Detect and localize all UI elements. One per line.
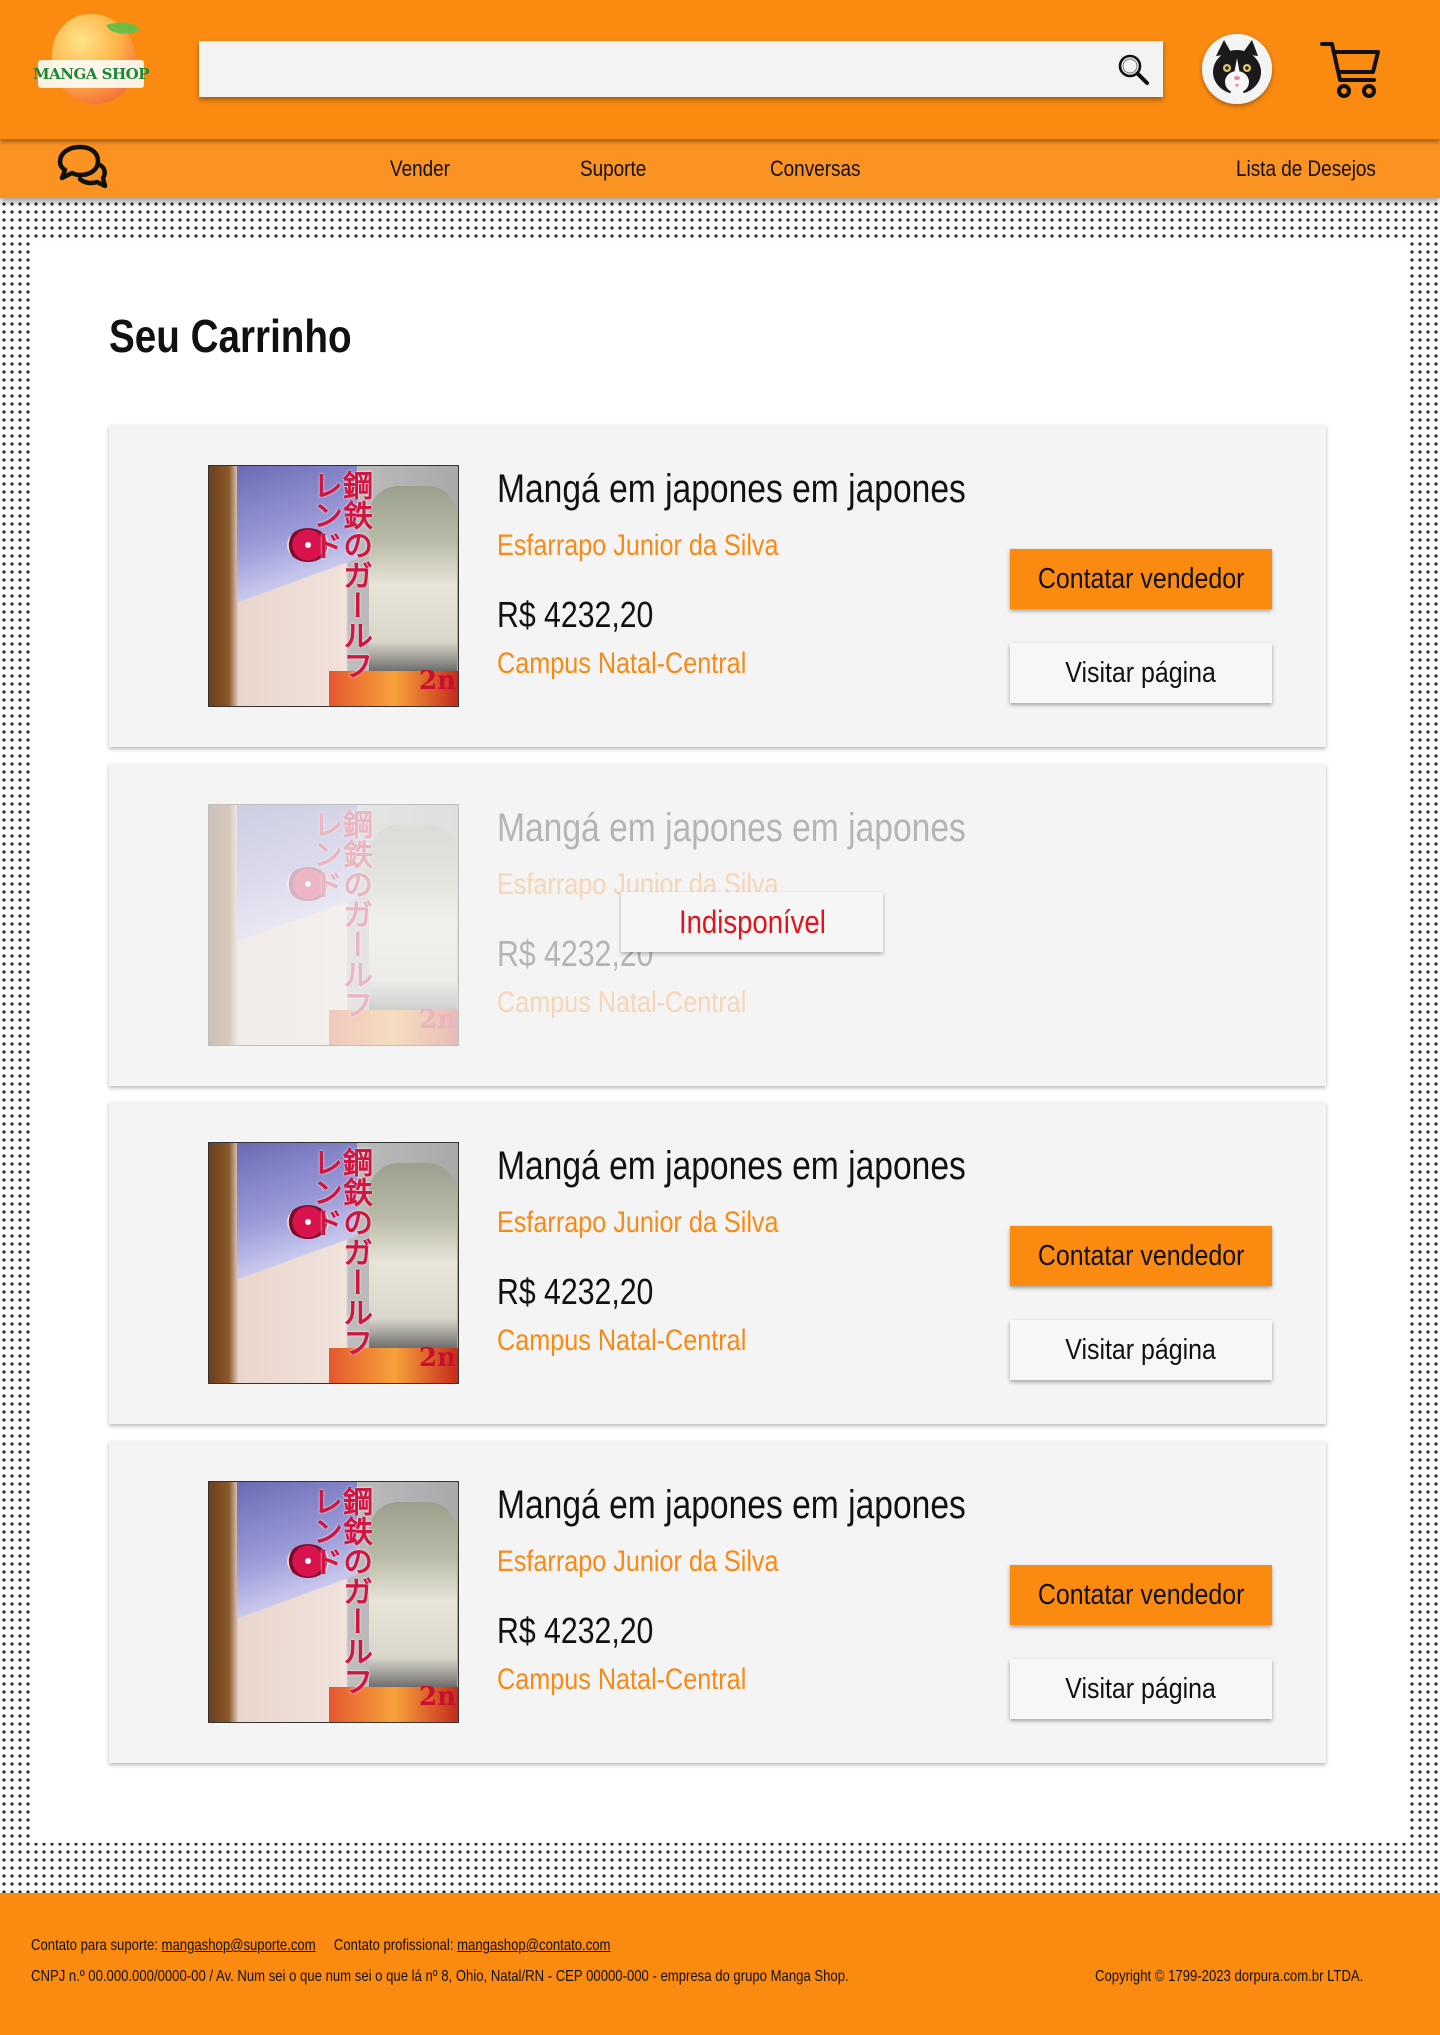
manga-shop-logo[interactable]: MANGA SHOP [33,14,150,106]
item-title: Mangá em japones em japones [497,1483,966,1527]
unavailable-label: Indisponível [678,903,826,940]
manga-cover-image[interactable]: 鋼鉄のガールフレンド 2nd [208,465,459,707]
cart-item: 鋼鉄のガールフレンド 2nd Mangá em japones em japon… [109,425,1326,747]
professional-email-link[interactable]: mangashop@contato.com [457,1937,610,1954]
item-campus: Campus Natal-Central [497,1324,747,1357]
contact-seller-button[interactable]: Contatar vendedor [1010,1226,1272,1286]
nav-link-suporte[interactable]: Suporte [580,139,646,198]
footer-contacts: Contato para suporte: mangashop@suporte.… [31,1937,610,1955]
nav-link-lista-de-desejos[interactable]: Lista de Desejos [1236,139,1376,198]
cart-panel: Seu Carrinho 鋼鉄のガールフレンド 2nd Mangá em jap… [32,241,1408,1843]
footer-legal: CNPJ n.º 00.000.000/0000-00 / Av. Num se… [31,1968,849,1985]
visit-page-label: Visitar página [1065,656,1217,689]
cart-item: 鋼鉄のガールフレンド 2nd Mangá em japones em japon… [109,1102,1326,1424]
contact-seller-label: Contatar vendedor [1037,1239,1245,1272]
support-contact-label: Contato para suporte: [31,1937,158,1954]
cart-item-unavailable: 鋼鉄のガールフレンド 2nd Mangá em japones em japon… [109,764,1326,1086]
cover-title: 鋼鉄のガールフレンド [307,809,372,1019]
item-seller: Esfarrapo Junior da Silva [497,1545,779,1578]
search-bar [199,41,1163,97]
item-campus: Campus Natal-Central [497,986,747,1019]
visit-page-button[interactable]: Visitar página [1010,1320,1272,1380]
support-email-link[interactable]: mangashop@suporte.com [162,1937,316,1954]
item-campus: Campus Natal-Central [497,1663,747,1696]
page-title: Seu Carrinho [109,310,352,362]
cover-title: 鋼鉄のガールフレンド [307,1147,372,1357]
cover-volume: 2nd [419,1005,458,1035]
item-campus: Campus Natal-Central [497,647,747,680]
item-seller: Esfarrapo Junior da Silva [497,529,779,562]
cover-title: 鋼鉄のガールフレンド [307,1486,372,1696]
visit-page-button[interactable]: Visitar página [1010,643,1272,703]
contact-seller-label: Contatar vendedor [1037,562,1245,595]
visit-page-label: Visitar página [1065,1672,1217,1705]
item-title: Mangá em japones em japones [497,467,966,511]
chat-bubbles-icon[interactable] [54,144,108,192]
footer: Contato para suporte: mangashop@suporte.… [0,1893,1440,2035]
item-price: R$ 4232,20 [497,1271,654,1312]
contact-seller-button[interactable]: Contatar vendedor [1010,549,1272,609]
cover-volume: 2nd [419,1682,458,1712]
visit-page-button[interactable]: Visitar página [1010,1659,1272,1719]
item-title: Mangá em japones em japones [497,1144,966,1188]
logo-text: MANGA SHOP [33,60,150,88]
item-title: Mangá em japones em japones [497,806,966,850]
nav-bar: Vender Suporte Conversas Lista de Desejo… [0,139,1440,198]
search-icon[interactable] [1115,51,1151,87]
professional-contact-label: Contato profissional: [333,1937,454,1954]
unavailable-badge: Indisponível [621,892,883,952]
cat-avatar-icon [1202,34,1272,104]
cover-title: 鋼鉄のガールフレンド [307,470,372,680]
cart-item: 鋼鉄のガールフレンド 2nd Mangá em japones em japon… [109,1441,1326,1763]
item-price: R$ 4232,20 [497,1610,654,1651]
user-avatar[interactable] [1202,34,1272,104]
contact-seller-button[interactable]: Contatar vendedor [1010,1565,1272,1625]
cover-volume: 2nd [419,666,458,696]
manga-cover-image[interactable]: 鋼鉄のガールフレンド 2nd [208,1481,459,1723]
item-seller: Esfarrapo Junior da Silva [497,1206,779,1239]
search-input[interactable] [199,41,1099,97]
manga-cover-image[interactable]: 鋼鉄のガールフレンド 2nd [208,1142,459,1384]
contact-seller-label: Contatar vendedor [1037,1578,1245,1611]
manga-cover-image: 鋼鉄のガールフレンド 2nd [208,804,459,1046]
visit-page-label: Visitar página [1065,1333,1217,1366]
top-header: MANGA SHOP [0,0,1440,139]
footer-copyright: Copyright © 1799-2023 dorpura.com.br LTD… [1095,1968,1364,1985]
nav-link-vender[interactable]: Vender [390,139,450,198]
cover-volume: 2nd [419,1343,458,1373]
item-price: R$ 4232,20 [497,594,654,635]
nav-link-conversas[interactable]: Conversas [770,139,860,198]
cart-icon[interactable] [1318,36,1384,102]
